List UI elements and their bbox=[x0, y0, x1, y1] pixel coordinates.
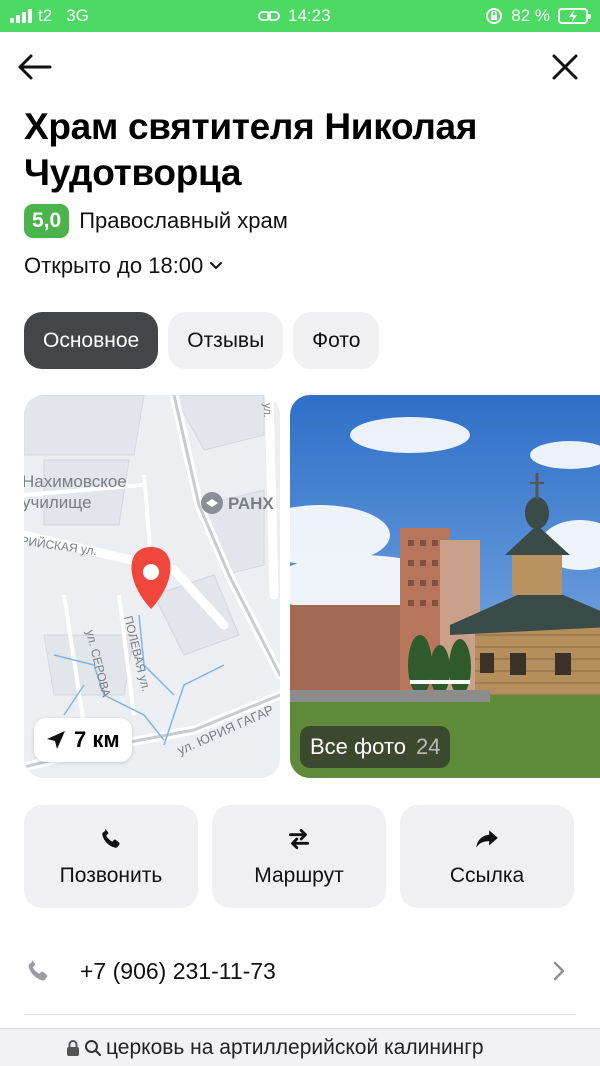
battery-percent: 82 % bbox=[511, 6, 550, 25]
all-photos-button[interactable]: Все фото 24 bbox=[300, 726, 451, 768]
map-label-ranh: РАНХ bbox=[228, 494, 274, 513]
route-button[interactable]: Маршрут bbox=[212, 805, 386, 908]
network-label: 3G bbox=[66, 6, 89, 25]
tab-main[interactable]: Основное bbox=[24, 312, 159, 369]
phone-icon bbox=[28, 959, 48, 981]
share-link-button[interactable]: Ссылка bbox=[400, 805, 574, 908]
share-icon bbox=[476, 829, 498, 848]
rating-badge: 5,0 bbox=[24, 204, 70, 238]
carrier-label: t2 bbox=[38, 6, 53, 25]
map-label-street-5: ул. bbox=[261, 403, 273, 418]
divider bbox=[24, 1014, 576, 1015]
map-label-school-1: Нахимовское bbox=[24, 472, 127, 491]
time-label: 14:23 bbox=[288, 6, 331, 25]
browser-address-bar[interactable]: церковь на артиллерийской калинингр bbox=[0, 1028, 600, 1066]
search-query: церковь на артиллерийской калинингр bbox=[106, 1035, 484, 1059]
back-button[interactable] bbox=[16, 52, 54, 82]
action-buttons: Позвонить Маршрут Ссылка bbox=[24, 805, 600, 908]
opening-hours[interactable]: Открыто до 18:00 bbox=[24, 253, 223, 279]
tab-photos[interactable]: Фото bbox=[293, 312, 380, 369]
mini-map[interactable]: Нахимовское училище РАНХ РИЙСКАЯ ул. ПОЛ… bbox=[24, 395, 280, 778]
top-bar bbox=[0, 32, 600, 102]
photo-count: 24 bbox=[415, 734, 441, 759]
all-photos-label: Все фото bbox=[310, 734, 406, 759]
chevron-down-icon bbox=[210, 262, 223, 270]
call-button[interactable]: Позвонить bbox=[24, 805, 198, 908]
media-strip: Нахимовское училище РАНХ РИЙСКАЯ ул. ПОЛ… bbox=[24, 395, 600, 778]
hours-label: Открыто до 18:00 bbox=[24, 253, 204, 278]
lock-icon bbox=[67, 1039, 79, 1056]
church-photo bbox=[290, 395, 600, 778]
arrow-left-icon bbox=[18, 54, 52, 80]
close-button[interactable] bbox=[550, 52, 580, 82]
phone-icon bbox=[102, 828, 120, 848]
place-category: Православный храм bbox=[79, 208, 288, 233]
distance-chip[interactable]: 7 км bbox=[34, 718, 132, 762]
orientation-lock-icon bbox=[486, 8, 503, 24]
chevron-right-icon bbox=[553, 961, 565, 981]
photo-preview[interactable]: Все фото 24 bbox=[290, 395, 600, 778]
section-tabs: Основное Отзывы Фото bbox=[24, 312, 380, 369]
tab-reviews[interactable]: Отзывы bbox=[168, 312, 284, 369]
phone-row[interactable]: +7 (906) 231-11-73 bbox=[24, 942, 576, 1000]
navigation-arrow-icon bbox=[47, 731, 65, 749]
call-label: Позвонить bbox=[59, 863, 163, 887]
distance-label: 7 км bbox=[74, 727, 120, 752]
search-icon bbox=[85, 1039, 102, 1056]
map-label-school-2: училище bbox=[24, 493, 92, 512]
signal-icon bbox=[10, 9, 32, 23]
route-icon bbox=[288, 828, 310, 849]
battery-icon bbox=[558, 8, 591, 24]
rating-row: 5,0 Православный храм bbox=[24, 203, 288, 239]
route-label: Маршрут bbox=[254, 863, 344, 887]
status-bar: t2 3G 14:23 82 % bbox=[0, 0, 600, 32]
phone-number: +7 (906) 231-11-73 bbox=[80, 957, 276, 984]
link-icon bbox=[258, 11, 280, 21]
place-title: Храм святителя Николая Чудотворца bbox=[24, 106, 478, 193]
share-label: Ссылка bbox=[449, 863, 525, 887]
close-icon bbox=[552, 54, 578, 80]
